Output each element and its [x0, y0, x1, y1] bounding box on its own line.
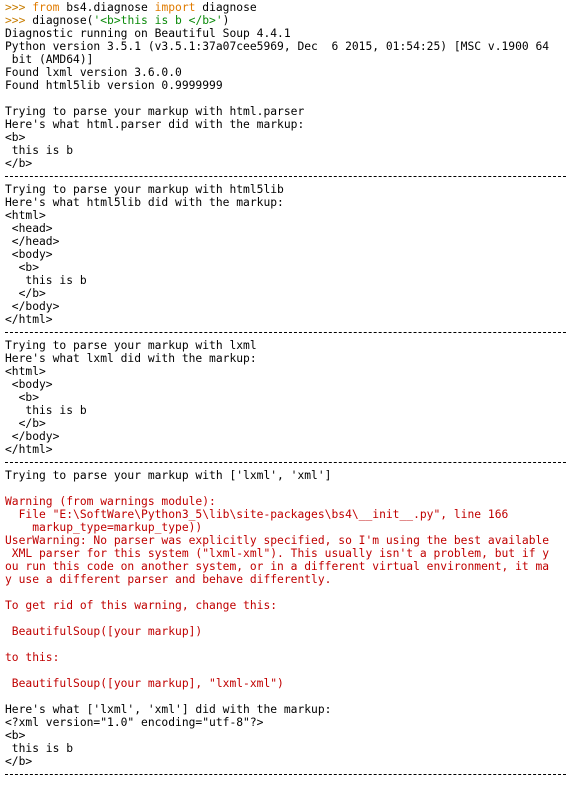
output-line: <html>	[5, 209, 46, 222]
output-line: Trying to parse your markup with ['lxml'…	[5, 469, 332, 482]
diagnose-output: Diagnostic running on Beautiful Soup 4.4…	[5, 27, 588, 781]
separator-line	[5, 456, 588, 469]
warning-line: markup_type=markup_type))	[5, 521, 203, 534]
warning-line	[5, 664, 588, 677]
warning-line: BeautifulSoup([your markup])	[5, 625, 203, 638]
warning-line: y use a different parser and behave diff…	[5, 573, 332, 586]
code-token: diagnose	[195, 1, 257, 14]
output-line: <b>	[5, 261, 40, 274]
output-line: Here's what html5lib did with the markup…	[5, 196, 284, 209]
output-line: </b>	[5, 157, 33, 170]
shell-prompt: >>>	[5, 1, 33, 14]
warning-line: BeautifulSoup([your markup], "lxml-xml")	[5, 677, 284, 690]
separator-line	[5, 768, 588, 781]
output-line: </html>	[5, 443, 53, 456]
output-line: Found lxml version 3.6.0.0	[5, 66, 182, 79]
code-token: import	[154, 1, 196, 14]
output-line: <b>	[5, 131, 26, 144]
input-line: >>> diagnose('<b>this is b </b>')	[5, 14, 588, 27]
output-line: Here's what html.parser did with the mar…	[5, 118, 305, 131]
code-token: bs4.diagnose	[59, 1, 155, 14]
output-line: Diagnostic running on Beautiful Soup 4.4…	[5, 27, 291, 40]
shell-prompt: >>>	[5, 14, 33, 27]
warning-line: To get rid of this warning, change this:	[5, 599, 278, 612]
output-line: bit (AMD64)]	[5, 53, 94, 66]
output-line: Here's what lxml did with the markup:	[5, 352, 257, 365]
separator-line	[5, 170, 588, 183]
output-line: this is b	[5, 742, 74, 755]
output-line: </html>	[5, 313, 53, 326]
output-line: Trying to parse your markup with html5li…	[5, 183, 284, 196]
input-history: >>> from bs4.diagnose import diagnose >>>…	[5, 1, 588, 27]
output-line: </body>	[5, 300, 60, 313]
output-line: Found html5lib version 0.9999999	[5, 79, 223, 92]
output-line: <head>	[5, 222, 53, 235]
warning-line: ou run this code on another system, or i…	[5, 560, 550, 573]
python-shell-output[interactable]: >>> from bs4.diagnose import diagnose >>>…	[0, 0, 588, 806]
code-token: '<b>this is b </b>'	[93, 14, 223, 27]
warning-line	[5, 586, 588, 599]
output-line: this is b	[5, 404, 87, 417]
separator-line	[5, 326, 588, 339]
code-token: diagnose(	[32, 14, 94, 27]
code-token: )	[222, 14, 230, 27]
output-line: Trying to parse your markup with html.pa…	[5, 105, 305, 118]
output-line: </b>	[5, 755, 33, 768]
output-line: this is b	[5, 274, 87, 287]
output-line: <html>	[5, 365, 46, 378]
input-line: >>> from bs4.diagnose import diagnose	[5, 1, 588, 14]
output-line: </head>	[5, 235, 60, 248]
output-line: </b>	[5, 287, 46, 300]
output-line: <body>	[5, 248, 53, 261]
output-line: <b>	[5, 729, 26, 742]
current-input-line[interactable]: >>>	[5, 781, 588, 794]
warning-line: to this:	[5, 651, 60, 664]
warning-line: Warning (from warnings module):	[5, 495, 216, 508]
warning-line	[5, 638, 588, 651]
output-line: <b>	[5, 391, 40, 404]
code-token: from	[32, 1, 60, 14]
output-line: <?xml version="1.0" encoding="utf-8"?>	[5, 716, 264, 729]
output-line: <body>	[5, 378, 53, 391]
output-line: Python version 3.5.1 (v3.5.1:37a07cee596…	[5, 40, 550, 53]
warning-line: XML parser for this system ("lxml-xml").…	[5, 547, 550, 560]
output-line: </b>	[5, 417, 46, 430]
output-line: </body>	[5, 430, 60, 443]
output-line: Here's what ['lxml', 'xml'] did with the…	[5, 703, 332, 716]
output-line: this is b	[5, 144, 74, 157]
warning-line: File "E:\SoftWare\Python3_5\lib\site-pac…	[5, 508, 509, 521]
warning-line: UserWarning: No parser was explicitly sp…	[5, 534, 550, 547]
warning-line	[5, 612, 588, 625]
output-line: Trying to parse your markup with lxml	[5, 339, 257, 352]
